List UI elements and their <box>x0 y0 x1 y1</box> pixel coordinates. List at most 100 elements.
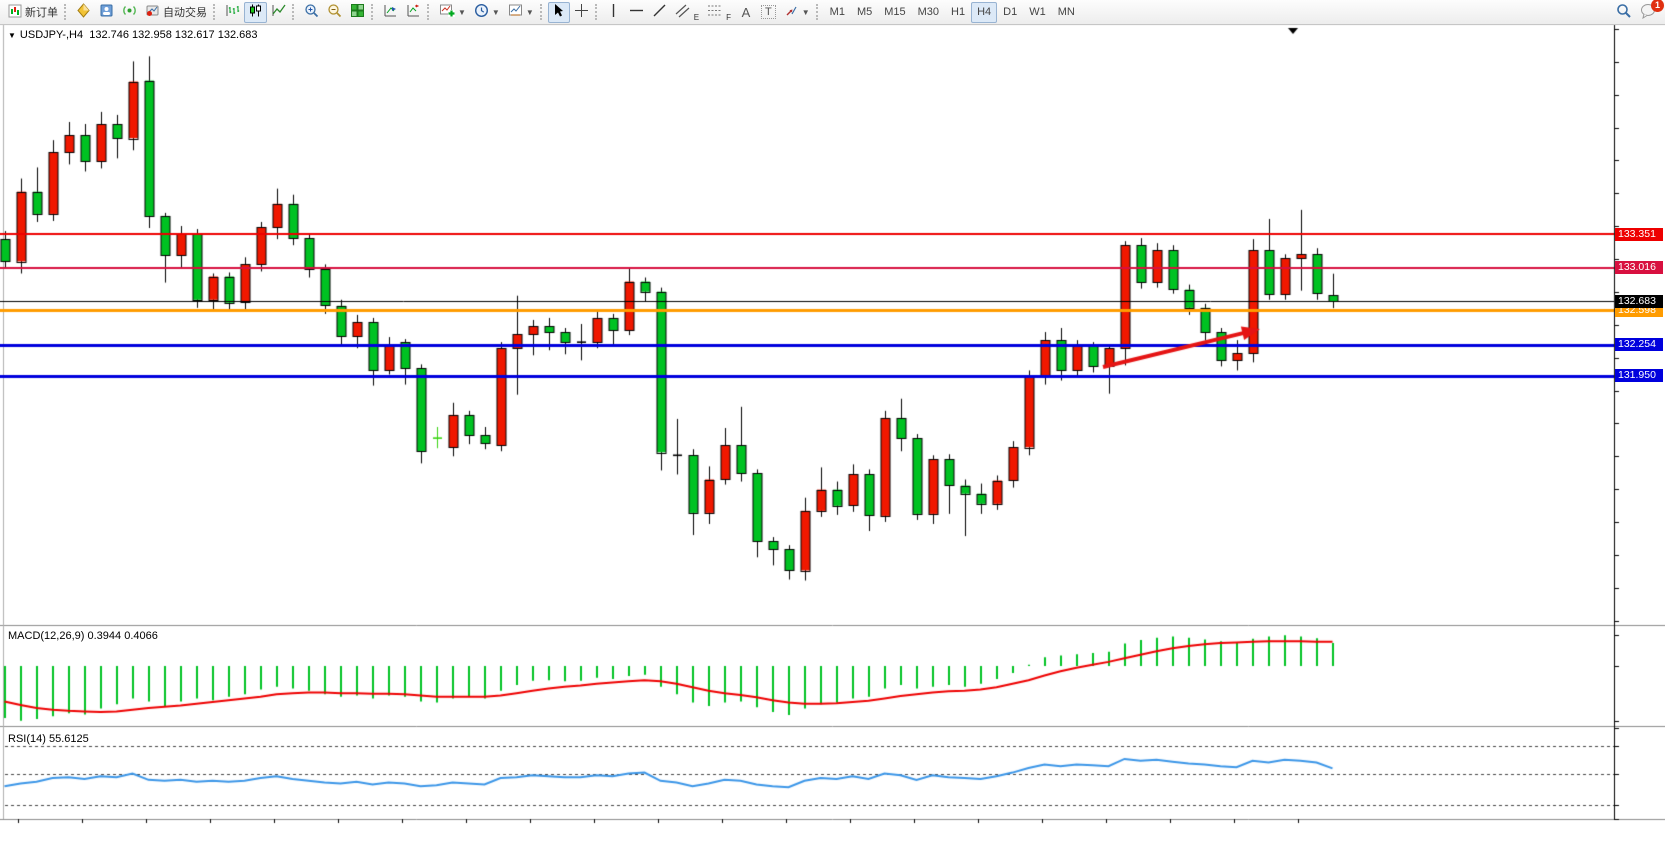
templates-button[interactable]: ▼ <box>504 2 538 23</box>
cursor-icon <box>552 3 565 21</box>
macd-signal-value: 0.4066 <box>124 630 158 642</box>
channel-tool-label: E <box>694 13 699 22</box>
timeframe-button-h1[interactable]: H1 <box>945 2 971 23</box>
rsi-name: RSI(14) <box>8 733 46 745</box>
indicators-icon <box>439 3 455 21</box>
periods-button[interactable]: ▼ <box>470 2 504 23</box>
ohlc-high: 132.958 <box>132 29 172 41</box>
chart-symbol: USDJPY-,H4 <box>20 29 83 41</box>
price-axis[interactable] <box>1615 25 1665 819</box>
ohlc-open: 132.746 <box>89 29 129 41</box>
horizontal-line-tool-button[interactable] <box>625 2 648 23</box>
rsi-indicator-label: RSI(14) 55.6125 <box>8 733 89 745</box>
price-level-box: 133.016 <box>1615 261 1663 274</box>
data-window-icon <box>99 3 114 21</box>
channel-tool-button[interactable]: E <box>671 2 703 23</box>
toolbar-grip <box>595 4 599 20</box>
tile-windows-button[interactable] <box>346 2 369 23</box>
fibonacci-icon <box>707 3 723 21</box>
timeframe-button-m1[interactable]: M1 <box>824 2 851 23</box>
toolbar: 新订单 自动交易 <box>0 0 1665 25</box>
timeframe-group: M1M5M15M30H1H4D1W1MN <box>824 2 1081 23</box>
signal-icon <box>122 3 137 21</box>
trendline-icon <box>652 3 667 21</box>
mt4-window: 新订单 自动交易 <box>0 0 1665 843</box>
auto-trading-label: 自动交易 <box>163 4 207 20</box>
channel-icon <box>675 3 691 21</box>
price-level-box: 133.351 <box>1615 228 1663 241</box>
timeframe-button-w1[interactable]: W1 <box>1023 2 1052 23</box>
label-tool-label: T <box>761 5 776 19</box>
time-axis[interactable] <box>0 820 1614 843</box>
data-window-button[interactable] <box>95 2 118 23</box>
signal-button[interactable] <box>118 2 141 23</box>
toolbar-grip <box>540 4 544 20</box>
timeframe-button-m30[interactable]: M30 <box>912 2 945 23</box>
collapse-triangle-icon[interactable]: ▼ <box>8 31 16 40</box>
candlestick-icon <box>248 3 263 21</box>
auto-trading-icon <box>145 3 160 21</box>
macd-main-value: 0.3944 <box>87 630 121 642</box>
text-label-tool-button[interactable]: T <box>757 2 780 23</box>
text-tool-button[interactable]: A <box>735 2 757 23</box>
crosshair-icon <box>574 3 589 21</box>
market-watch-button[interactable] <box>72 2 95 23</box>
toolbar-grip <box>816 4 820 20</box>
timeframe-button-m15[interactable]: M15 <box>878 2 911 23</box>
timeframe-button-d1[interactable]: D1 <box>997 2 1023 23</box>
arrows-tool-button[interactable]: ▼ <box>780 2 814 23</box>
toolbar-grip <box>292 4 296 20</box>
toolbar-grip <box>371 4 375 20</box>
toolbar-grip <box>427 4 431 20</box>
chevron-down-icon: ▼ <box>492 8 500 17</box>
chevron-down-icon: ▼ <box>526 8 534 17</box>
vertical-line-icon <box>609 3 618 21</box>
text-tool-label: A <box>742 6 751 19</box>
chart-shift-icon <box>406 3 421 21</box>
notifications-button[interactable]: 1 <box>1636 2 1661 23</box>
bar-chart-icon <box>225 3 240 21</box>
search-button[interactable] <box>1612 2 1636 23</box>
ohlc-close: 132.683 <box>218 29 258 41</box>
timeframe-button-m5[interactable]: M5 <box>851 2 878 23</box>
line-chart-mode-button[interactable] <box>267 2 290 23</box>
templates-icon <box>508 3 523 21</box>
horizontal-line-icon <box>629 6 644 18</box>
line-chart-icon <box>271 3 286 21</box>
price-level-box: 131.950 <box>1615 369 1663 382</box>
vertical-line-tool-button[interactable] <box>603 2 625 23</box>
zoom-in-icon <box>304 3 319 21</box>
cursor-tool-button[interactable] <box>548 2 570 23</box>
auto-scroll-button[interactable] <box>379 2 402 23</box>
new-order-button[interactable]: 新订单 <box>4 2 62 23</box>
timeframe-button-h4[interactable]: H4 <box>971 2 997 23</box>
bar-chart-mode-button[interactable] <box>221 2 244 23</box>
zoom-out-icon <box>327 3 342 21</box>
price-level-box: 132.683 <box>1615 295 1663 308</box>
chart-title: ▼USDJPY-,H4 132.746 132.958 132.617 132.… <box>8 29 257 41</box>
rsi-value: 55.6125 <box>49 733 89 745</box>
candlestick-mode-button[interactable] <box>244 2 267 23</box>
timeframe-button-mn[interactable]: MN <box>1052 2 1081 23</box>
chevron-down-icon: ▼ <box>802 8 810 17</box>
search-icon <box>1616 3 1632 22</box>
tile-windows-icon <box>350 3 365 21</box>
indicators-button[interactable]: ▼ <box>435 2 470 23</box>
macd-name: MACD(12,26,9) <box>8 630 84 642</box>
chart-canvas[interactable] <box>0 0 1665 843</box>
zoom-in-button[interactable] <box>300 2 323 23</box>
notification-badge: 1 <box>1651 0 1664 12</box>
macd-indicator-label: MACD(12,26,9) 0.3944 0.4066 <box>8 630 158 642</box>
chart-shift-button[interactable] <box>402 2 425 23</box>
new-order-icon <box>8 4 22 21</box>
fibonacci-tool-label: F <box>726 13 731 22</box>
new-order-label: 新订单 <box>25 4 58 20</box>
crosshair-tool-button[interactable] <box>570 2 593 23</box>
fibonacci-tool-button[interactable]: F <box>703 2 735 23</box>
arrows-icon <box>784 3 799 21</box>
trendline-tool-button[interactable] <box>648 2 671 23</box>
market-watch-icon <box>76 3 91 21</box>
chevron-down-icon: ▼ <box>458 8 466 17</box>
auto-trading-button[interactable]: 自动交易 <box>141 2 211 23</box>
zoom-out-button[interactable] <box>323 2 346 23</box>
